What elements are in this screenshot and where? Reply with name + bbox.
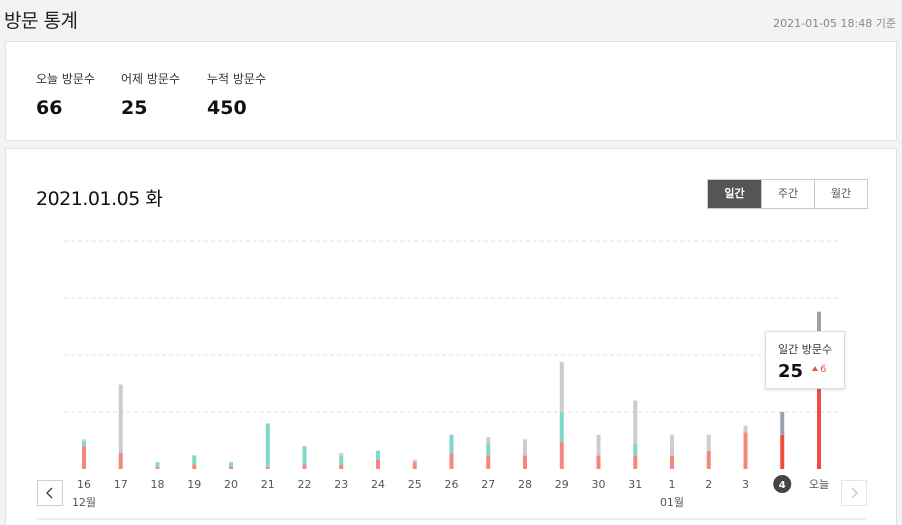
- bar-31-segment-3: [633, 400, 638, 444]
- bar-28-segment-3: [523, 439, 527, 456]
- bar-29-segment-2: [559, 412, 564, 442]
- x-tick-label: 3: [742, 478, 749, 491]
- x-tick-label: 26: [445, 478, 459, 491]
- bar-17-segment-1: [118, 453, 123, 469]
- bar-3-segment-1: [743, 432, 748, 469]
- data-timestamp: 2021-01-05 18:48 기준: [773, 17, 896, 30]
- month-label: 12월: [72, 496, 96, 509]
- bar-4-segment-3: [780, 412, 785, 435]
- stat-yesterday-label: 어제 방문수: [121, 72, 181, 86]
- x-tick-label: 16: [77, 478, 91, 491]
- x-tick-label: 18: [151, 478, 165, 491]
- tooltip-label: 일간 방문수: [778, 343, 833, 356]
- page-title: 방문 통계: [4, 10, 78, 32]
- x-tick-label: 27: [481, 478, 495, 491]
- stat-today: 오늘 방문수 66: [36, 70, 95, 119]
- bar-16-segment-3: [82, 439, 86, 442]
- bar-29-segment-1: [559, 441, 564, 469]
- bar-25-segment-1: [412, 462, 417, 469]
- x-tick-label: 28: [518, 478, 532, 491]
- x-tick-label: 30: [592, 478, 606, 491]
- bar-3-segment-3: [743, 425, 748, 433]
- tooltip-delta-value: 6: [820, 364, 827, 375]
- x-tick-label: 17: [114, 478, 128, 491]
- bar-20-segment-1: [229, 466, 233, 469]
- bar-24-segment-2: [376, 450, 380, 460]
- bar-21-segment-2: [265, 423, 270, 467]
- bar-27-segment-2: [486, 443, 491, 456]
- tooltip-delta: 6: [812, 364, 827, 375]
- bar-30-segment-1: [596, 455, 601, 469]
- bar-23-segment-2: [339, 455, 344, 465]
- x-tick-label: 오늘: [809, 478, 829, 491]
- bar-19-segment-1: [192, 464, 197, 469]
- bar-26-segment-2: [449, 434, 454, 454]
- bar-24-segment-1: [376, 459, 380, 469]
- bar-23-segment-3: [339, 453, 344, 456]
- bar-26-segment-1: [449, 453, 454, 469]
- chart-next-button[interactable]: [841, 480, 867, 506]
- bar-17-segment-3: [118, 384, 123, 454]
- bar-18-segment-2: [155, 462, 160, 467]
- x-tick-label: 19: [187, 478, 201, 491]
- x-tick-label: 23: [334, 478, 348, 491]
- bar-25-segment-3: [412, 459, 417, 463]
- bar-2-segment-1: [706, 450, 711, 469]
- x-tick-label: 2: [705, 478, 712, 491]
- stat-today-label: 오늘 방문수: [36, 72, 96, 86]
- bar-1-segment-1: [670, 455, 674, 469]
- tooltip-value: 25: [778, 361, 804, 382]
- bar-19-segment-2: [192, 455, 197, 465]
- bar-1-segment-3: [670, 434, 674, 456]
- month-label: 01월: [660, 496, 684, 509]
- stat-total: 누적 방문수 450: [207, 70, 266, 119]
- bar-4-segment-1: [780, 434, 785, 469]
- chart-card: 2021.01.05 화 일간 주간 월간 16 17 18 19 20 21 22 23 24…: [5, 148, 897, 525]
- bar-22-segment-2: [302, 446, 307, 465]
- chart-prev-button[interactable]: [37, 480, 63, 506]
- bar-30-segment-3: [596, 434, 601, 456]
- bar-22-segment-1: [302, 464, 307, 469]
- x-tick-label: 4: [779, 480, 786, 491]
- x-tick-label: 20: [224, 478, 238, 491]
- x-tick-label: 21: [261, 478, 275, 491]
- chevron-left-icon: [46, 487, 53, 499]
- visits-bar-chart: 16 17 18 19 20 21 22 23 24 25 26 27 28 29 30 31 1 2 3 4 오늘12…: [36, 240, 866, 520]
- x-tick-label: 1: [669, 478, 676, 491]
- bar-23-segment-1: [339, 464, 344, 469]
- arrow-up-icon: [812, 366, 819, 371]
- bar-16-segment-1: [82, 446, 86, 469]
- stat-today-value: 66: [36, 97, 63, 119]
- stat-yesterday-value: 25: [121, 97, 148, 119]
- stat-total-label: 누적 방문수: [207, 72, 267, 86]
- chevron-right-icon: [851, 487, 858, 499]
- bar-21-segment-1: [265, 466, 270, 469]
- x-tick-label: 31: [628, 478, 642, 491]
- bar-20-segment-2: [229, 462, 233, 467]
- bar-2-segment-3: [706, 434, 711, 451]
- bar-31-segment-2: [633, 443, 638, 456]
- bar-31-segment-1: [633, 455, 638, 469]
- stat-total-value: 450: [207, 97, 247, 119]
- bar-18-segment-1: [155, 466, 160, 469]
- bar-16-segment-2: [82, 441, 86, 447]
- x-tick-label: 29: [555, 478, 569, 491]
- stat-yesterday: 어제 방문수 25: [121, 70, 180, 119]
- x-tick-label: 25: [408, 478, 422, 491]
- summary-card: 오늘 방문수 66 어제 방문수 25 누적 방문수 450: [5, 41, 897, 141]
- chart-tooltip: 일간 방문수 25 6: [765, 331, 845, 389]
- x-tick-label: 24: [371, 478, 385, 491]
- bar-27-segment-1: [486, 455, 491, 469]
- tooltip-row: 25 6: [778, 361, 844, 382]
- bar-29-segment-3: [559, 361, 564, 412]
- x-tick-label: 22: [298, 478, 312, 491]
- bar-28-segment-1: [523, 455, 527, 469]
- bar-27-segment-3: [486, 437, 491, 444]
